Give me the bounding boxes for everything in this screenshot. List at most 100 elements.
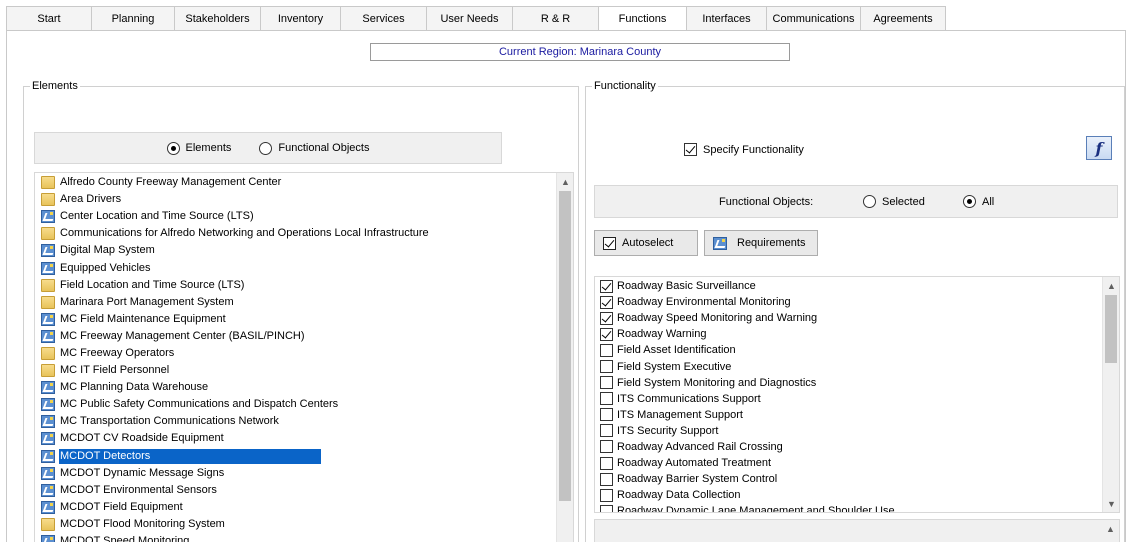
element-list-item[interactable]: MCDOT Dynamic Message Signs [35,465,555,482]
element-list-item[interactable]: MC Freeway Operators [35,345,555,362]
functional-object-item[interactable]: Field Asset Identification [595,342,1103,358]
functional-object-item[interactable]: Roadway Advanced Rail Crossing [595,439,1103,455]
element-list-item[interactable]: MC Transportation Communications Network [35,413,555,430]
functional-objects-label: Functional Objects: [719,196,814,208]
radio-elements[interactable]: Elements [166,141,231,155]
element-icon [41,415,55,429]
radio-fo-selected[interactable]: Selected [863,195,925,208]
element-list-item[interactable]: Digital Map System [35,242,555,259]
element-list-item[interactable]: MC Field Maintenance Equipment [35,311,555,328]
fo-scroll-thumb[interactable] [1105,295,1117,363]
radio-elements-dot[interactable] [166,141,180,155]
element-list-item[interactable]: Center Location and Time Source (LTS) [35,208,555,225]
functional-object-checkbox[interactable] [600,295,613,309]
tab-functions[interactable]: Functions [599,6,687,32]
function-editor-button[interactable]: f [1086,136,1112,160]
functional-object-checkbox[interactable] [600,376,613,390]
functional-object-checkbox[interactable] [600,327,613,341]
functional-object-list[interactable]: Roadway Basic Surveillance Roadway Enviro… [594,276,1120,513]
fo-scroll-down-arrow-icon[interactable]: ▼ [1103,495,1119,512]
element-list-item-label: Communications for Alfredo Networking an… [60,227,429,240]
element-list-scrollbar[interactable]: ▲ [556,173,573,542]
functional-object-item[interactable]: Roadway Environmental Monitoring [595,294,1103,310]
functional-object-item[interactable]: ITS Security Support [595,423,1103,439]
tab-start[interactable]: Start [6,6,92,31]
element-list[interactable]: Alfredo County Freeway Management Center… [34,172,574,542]
element-list-item[interactable]: MC Freeway Management Center (BASIL/PINC… [35,328,555,345]
radio-fo-all-dot[interactable] [963,195,976,208]
scroll-up-arrow-icon[interactable]: ▲ [557,173,573,190]
folder-icon [41,193,55,207]
requirements-button[interactable]: Requirements [704,230,818,256]
functional-object-checkbox[interactable] [600,311,613,325]
functional-object-checkbox[interactable] [600,408,613,422]
functional-object-checkbox[interactable] [600,488,613,502]
functional-object-checkbox[interactable] [600,343,613,357]
radio-fo-selected-dot[interactable] [863,195,876,208]
element-list-item[interactable]: Marinara Port Management System [35,294,555,311]
specify-functionality-checkbox[interactable]: Specify Functionality [684,143,804,156]
functional-object-checkbox[interactable] [600,456,613,470]
element-list-item[interactable]: MCDOT Flood Monitoring System [35,516,555,533]
element-list-item[interactable]: MCDOT Field Equipment [35,499,555,516]
tab-bar: Start Planning Stakeholders Inventory Servic… [6,6,1126,32]
radio-fo-all-label: All [982,195,995,208]
tab-inventory[interactable]: Inventory [261,6,341,31]
autoselect-label: Autoselect [622,237,674,249]
element-list-item[interactable]: MCDOT Speed Monitoring [35,533,555,542]
fo-list-scrollbar[interactable]: ▲ ▼ [1102,277,1119,512]
description-scroll-up-arrow-icon[interactable]: ▲ [1102,520,1119,537]
functional-object-checkbox[interactable] [600,279,613,293]
tab-planning[interactable]: Planning [92,6,175,31]
functional-object-item[interactable]: ITS Communications Support [595,391,1103,407]
functional-object-checkbox[interactable] [600,392,613,406]
functionality-group-title: Functionality [592,80,658,92]
element-list-item[interactable]: Field Location and Time Source (LTS) [35,277,555,294]
fo-scroll-up-arrow-icon[interactable]: ▲ [1103,277,1119,294]
functional-object-label: Roadway Environmental Monitoring [617,296,791,309]
functional-object-checkbox[interactable] [600,424,613,438]
element-list-item[interactable]: MCDOT Environmental Sensors [35,482,555,499]
functional-object-label: Roadway Dynamic Lane Management and Shou… [617,505,895,513]
radio-functional-objects-dot[interactable] [259,141,273,155]
description-scrollbar[interactable]: ▲ [1102,520,1119,542]
functional-object-item[interactable]: Field System Executive [595,358,1103,374]
tab-user-needs[interactable]: User Needs [427,6,513,31]
autoselect-button[interactable]: Autoselect [594,230,698,256]
functional-object-item[interactable]: Field System Monitoring and Diagnostics [595,375,1103,391]
tab-stakeholders[interactable]: Stakeholders [175,6,261,31]
tab-interfaces[interactable]: Interfaces [687,6,767,31]
element-list-item[interactable]: Communications for Alfredo Networking an… [35,225,555,242]
specify-functionality-check[interactable] [684,143,697,156]
functional-object-item[interactable]: Roadway Dynamic Lane Management and Shou… [595,503,1103,513]
functional-object-checkbox[interactable] [600,472,613,486]
element-list-item-label: MCDOT Environmental Sensors [60,483,217,496]
tab-r-r[interactable]: R & R [513,6,599,31]
element-list-item[interactable]: MCDOT Detectors [35,448,555,465]
functional-object-item[interactable]: Roadway Automated Treatment [595,455,1103,471]
functional-object-item[interactable]: Roadway Barrier System Control [595,471,1103,487]
functional-object-item[interactable]: Roadway Data Collection [595,487,1103,503]
functional-object-item[interactable]: Roadway Warning [595,326,1103,342]
functional-object-checkbox[interactable] [600,360,613,374]
functional-object-item[interactable]: Roadway Speed Monitoring and Warning [595,310,1103,326]
element-list-item[interactable]: Area Drivers [35,191,555,208]
tab-communications[interactable]: Communications [767,6,861,31]
scroll-thumb[interactable] [559,191,571,501]
element-list-item[interactable]: MCDOT CV Roadside Equipment [35,430,555,447]
element-icon [41,261,55,275]
element-list-item[interactable]: Alfredo County Freeway Management Center [35,174,555,191]
functional-object-item[interactable]: Roadway Basic Surveillance [595,278,1103,294]
tab-agreements[interactable]: Agreements [861,6,946,31]
radio-fo-all[interactable]: All [963,195,994,208]
radio-functional-objects[interactable]: Functional Objects [259,141,369,155]
functional-object-item[interactable]: ITS Management Support [595,407,1103,423]
element-list-item[interactable]: MC IT Field Personnel [35,362,555,379]
element-list-item[interactable]: Equipped Vehicles [35,259,555,276]
tab-services[interactable]: Services [341,6,427,31]
functional-object-label: Roadway Warning [617,328,707,341]
functional-object-checkbox[interactable] [600,504,613,512]
element-list-item[interactable]: MC Public Safety Communications and Disp… [35,396,555,413]
element-list-item[interactable]: MC Planning Data Warehouse [35,379,555,396]
functional-object-checkbox[interactable] [600,440,613,454]
